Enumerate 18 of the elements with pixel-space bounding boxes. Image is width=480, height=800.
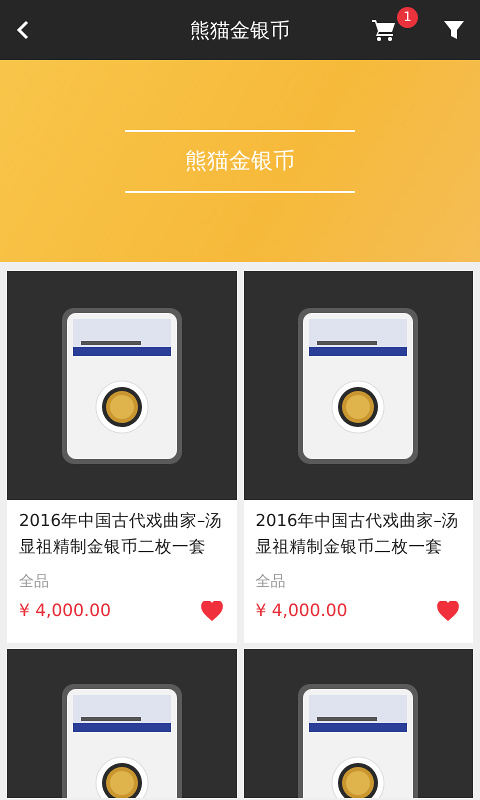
heart-icon[interactable] [200,601,222,622]
product-price: ¥ 4,000.00 [19,600,111,622]
cart-count-badge: 1 [397,7,418,28]
page-title: 熊猫金银币 [190,17,290,44]
cart-icon[interactable] [372,19,396,41]
product-title: 2016年中国古代戏曲家–汤显祖精制金银币二枚一套 [18,510,224,558]
product-price: ¥ 4,000.00 [256,600,348,622]
product-condition: 全品 [254,571,286,592]
product-title: 2016年中国古代戏曲家–汤显祖精制金银币二枚一套 [254,510,460,558]
heart-icon[interactable] [437,601,459,622]
banner-title: 熊猫金银币 [185,148,295,176]
product-card[interactable]: 2016年中国古代戏曲家–汤显祖精制金银币二枚一套 全品 ¥ 4,000.00 [244,271,473,643]
product-card[interactable] [7,649,236,798]
product-condition: 全品 [18,571,50,592]
product-card[interactable] [244,649,473,798]
filter-icon[interactable] [444,20,464,40]
back-icon[interactable] [16,20,30,40]
product-card[interactable]: 2016年中国古代戏曲家–汤显祖精制金银币二枚一套 全品 ¥ 4,000.00 [7,271,236,643]
